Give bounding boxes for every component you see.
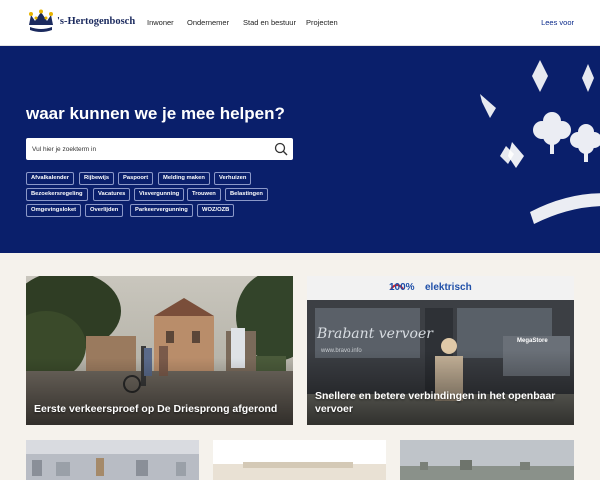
bus-label-url: www.bravo.info [320, 348, 362, 354]
quicklink-melding-maken[interactable]: Melding maken [158, 172, 210, 185]
crown-logo-icon[interactable] [26, 9, 56, 35]
quicklink-belastingen[interactable]: Belastingen [225, 188, 268, 201]
crown-decoration-icon [480, 60, 600, 224]
quicklink-trouwen[interactable]: Trouwen [187, 188, 221, 201]
quicklink-rijbewijs[interactable]: Rijbewijs [79, 172, 115, 185]
card-photo-3 [26, 440, 199, 480]
hero-heading: waar kunnen we je mee helpen? [26, 104, 285, 123]
read-aloud-link[interactable]: Lees voor [541, 18, 574, 27]
card-photo-5 [400, 440, 574, 480]
news-card-5[interactable] [400, 440, 574, 480]
quicklink-afvalkalender[interactable]: Afvalkalender [26, 172, 75, 185]
news-card-verkeersproef[interactable]: Eerste verkeersproef op De Driesprong af… [26, 276, 293, 425]
bus-label-brand: Brabant vervoer [316, 326, 434, 342]
news-card-title[interactable]: Snellere en betere verbindingen in het o… [315, 390, 566, 416]
nav-stad-en-bestuur[interactable]: Stad en bestuur [243, 18, 296, 27]
quicklink-woz-ozb[interactable]: WOZ/OZB [197, 204, 235, 217]
news-card-4[interactable] [213, 440, 386, 480]
quicklink-visvergunning[interactable]: Visvergunning [134, 188, 185, 201]
quicklink-paspoort[interactable]: Paspoort [118, 172, 154, 185]
quicklink-overlijden[interactable]: Overlijden [85, 204, 124, 217]
nav-projecten[interactable]: Projecten [306, 18, 338, 27]
bus-label-electric: elektrisch [425, 282, 472, 293]
news-card-title[interactable]: Eerste verkeersproef op De Driesprong af… [34, 403, 285, 416]
news-card-openbaar-vervoer[interactable]: 100% elektrisch Brabant vervoer www.brav… [307, 276, 574, 425]
search-icon[interactable] [274, 142, 288, 156]
quicklink-verhuizen[interactable]: Verhuizen [214, 172, 252, 185]
search-box [26, 138, 293, 160]
nav-ondernemer[interactable]: Ondernemer [187, 18, 229, 27]
search-input[interactable] [32, 138, 268, 160]
bus-label-percent: 100% [389, 282, 415, 293]
card-photo-4 [213, 440, 386, 480]
nav-inwoner[interactable]: Inwoner [147, 18, 174, 27]
news-card-3[interactable] [26, 440, 199, 480]
quicklink-vacatures[interactable]: Vacatures [93, 188, 131, 201]
quicklink-parkeervergunning[interactable]: Parkeervergunning [130, 204, 193, 217]
quicklink-bezoekersregeling[interactable]: Bezoekersregeling [26, 188, 88, 201]
logo-text[interactable]: 's-Hertogenbosch [57, 16, 135, 27]
site-header: 's-Hertogenbosch Inwoner Ondernemer Stad… [0, 0, 600, 46]
quicklink-omgevingsloket[interactable]: Omgevingsloket [26, 204, 82, 217]
bus-label-store: MegaStore [517, 338, 548, 344]
hero-section: waar kunnen we je mee helpen? Afvalkalen… [0, 46, 600, 253]
